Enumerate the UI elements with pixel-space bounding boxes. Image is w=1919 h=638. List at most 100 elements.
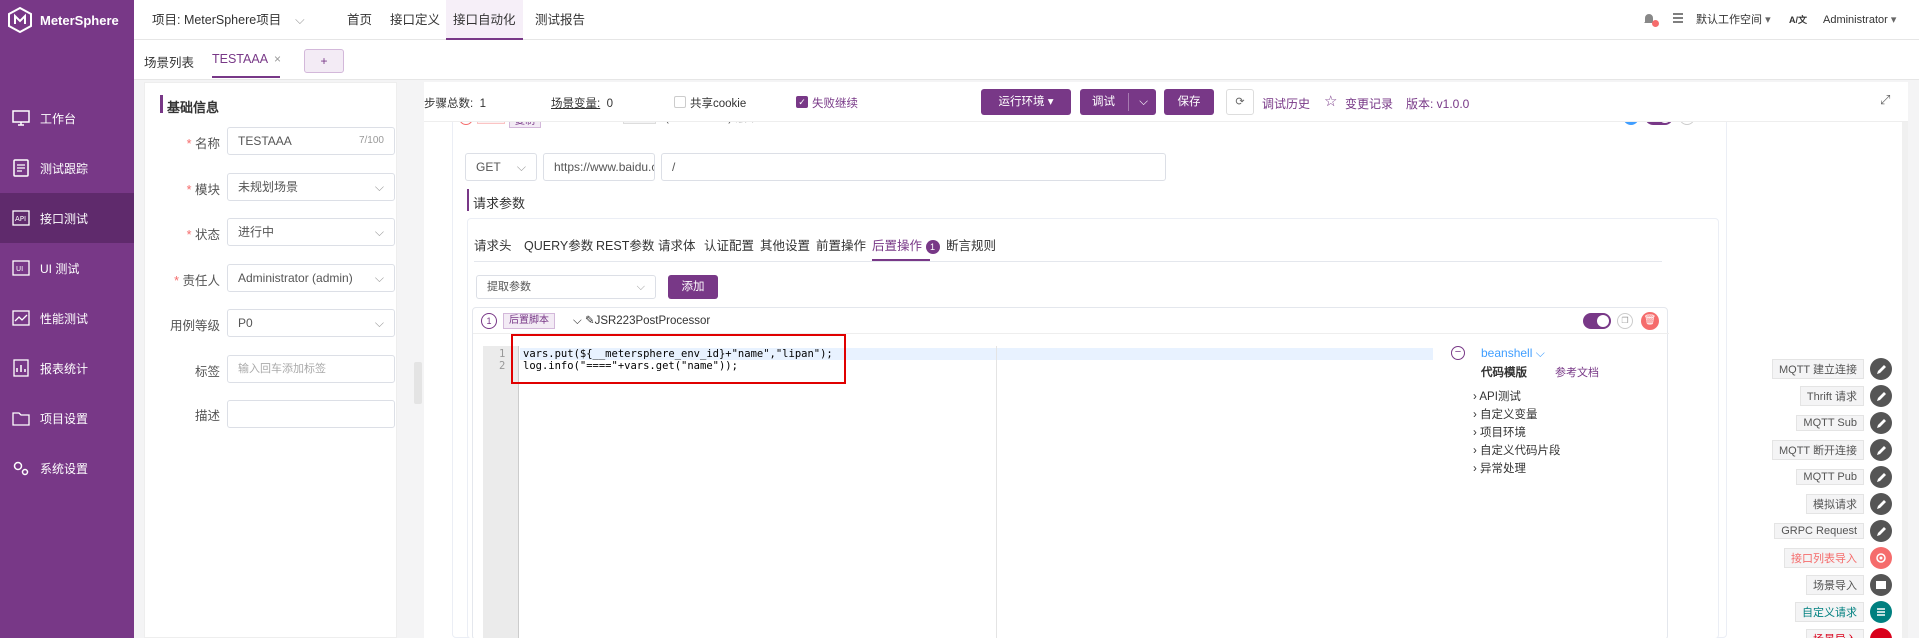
user-menu[interactable]: Administrator ▾ — [1823, 0, 1896, 40]
project-selector[interactable]: 项目: MeterSphere项目 ⌵ — [152, 0, 305, 40]
sidebar-item-api-test[interactable]: API 接口测试 — [0, 193, 134, 243]
level-label: 用例等级 — [169, 319, 220, 333]
tab-post[interactable]: 后置操作 1 — [872, 235, 940, 254]
host-input[interactable]: https://www.baidu.cc — [543, 153, 655, 181]
snippet-project-env[interactable]: › 项目环境 — [1473, 424, 1526, 440]
tool-api-list-import[interactable]: 接口列表导入 — [1784, 547, 1892, 569]
snippet-api-test[interactable]: › API测试 — [1473, 388, 1521, 404]
workspace-selector[interactable]: 默认工作空间 ▾ — [1696, 0, 1771, 40]
sidebar-item-workbench[interactable]: 工作台 — [0, 93, 134, 143]
scrollbar[interactable] — [1902, 82, 1908, 638]
collapse-handle[interactable] — [414, 362, 422, 404]
edit-icon[interactable] — [1870, 466, 1892, 488]
debug-history-link[interactable]: 调试历史 — [1262, 95, 1310, 112]
target-icon[interactable] — [1870, 547, 1892, 569]
tool-scenario-import[interactable]: 场景导入 — [1806, 574, 1892, 596]
sidebar-item-report[interactable]: 报表统计 — [0, 343, 134, 393]
owner-select[interactable]: Administrator (admin) ⌵ — [227, 264, 395, 292]
edit-icon[interactable] — [1870, 493, 1892, 515]
path-input[interactable]: / — [661, 153, 1166, 181]
status-select[interactable]: 进行中 ⌵ — [227, 218, 395, 246]
code-editor[interactable]: 1 2 vars.put(${__metersphere_env_id}+"na… — [483, 334, 1433, 638]
tab-pre[interactable]: 前置操作 — [816, 235, 866, 254]
language-icon[interactable]: A/文 — [1789, 0, 1807, 40]
module-select[interactable]: 未规划场景 ⌵ — [227, 173, 395, 201]
snippet-custom-code[interactable]: › 自定义代码片段 — [1473, 442, 1561, 458]
level-select[interactable]: P0 ⌵ — [227, 309, 395, 337]
edit-icon[interactable] — [1870, 520, 1892, 542]
tab-scenario-list[interactable]: 场景列表 — [144, 52, 194, 71]
language-select[interactable]: beanshell ⌵ — [1481, 346, 1545, 361]
fail-continue-checkbox[interactable]: ✓ — [796, 96, 808, 108]
tool-scenario-import-2[interactable]: 场景导入 — [1806, 628, 1892, 638]
method-select[interactable]: GET ⌵ — [465, 153, 537, 181]
tool-label: 场景导入 — [1806, 575, 1864, 595]
line-number: 1 — [499, 348, 506, 360]
expand-icon[interactable]: ⤢ — [1880, 92, 1890, 108]
tab-other[interactable]: 其他设置 — [760, 235, 810, 254]
sliders-icon[interactable] — [1870, 601, 1892, 623]
tab-body[interactable]: 请求体 — [658, 235, 696, 254]
nav-home[interactable]: 首页 — [342, 0, 377, 40]
active-tab-underline — [872, 259, 930, 261]
sidebar-item-performance[interactable]: 性能测试 — [0, 293, 134, 343]
description-textarea[interactable] — [227, 400, 395, 428]
tool-mock-request[interactable]: 模拟请求 — [1806, 493, 1892, 515]
run-env-button[interactable]: 运行环境 ▾ — [981, 89, 1071, 115]
copy-icon[interactable]: ❐ — [1617, 313, 1633, 329]
record-icon[interactable] — [1870, 628, 1892, 638]
tab-scenario-current[interactable]: TESTAAA — [212, 52, 268, 66]
doc-link[interactable]: 参考文档 — [1555, 364, 1599, 380]
tool-mqtt-pub[interactable]: MQTT Pub — [1796, 466, 1892, 488]
svg-text:API: API — [15, 215, 26, 223]
tabs-divider — [474, 261, 1662, 262]
sidebar-item-system-settings[interactable]: 系统设置 — [0, 443, 134, 493]
nav-api-definition[interactable]: 接口定义 — [385, 0, 445, 40]
tab-assert[interactable]: 断言规则 — [946, 235, 996, 254]
star-icon[interactable]: ☆ — [1324, 92, 1337, 110]
tab-auth[interactable]: 认证配置 — [704, 235, 754, 254]
refresh-icon[interactable]: ⟳ — [1226, 89, 1254, 115]
edit-icon[interactable] — [1870, 385, 1892, 407]
edit-icon[interactable] — [1870, 358, 1892, 380]
tool-mqtt-disconnect[interactable]: MQTT 断开连接 — [1771, 439, 1892, 461]
scenario-toolbar: 步骤总数: 1 场景变量: 0 共享cookie ✓ 失败继续 运行环境 ▾ 调… — [424, 82, 1908, 122]
section-marker — [160, 95, 163, 113]
nav-api-automation[interactable]: 接口自动化 — [446, 0, 523, 40]
extract-select[interactable]: 提取参数 ⌵ — [476, 275, 656, 299]
sidebar-item-project-settings[interactable]: 项目设置 — [0, 393, 134, 443]
app-logo[interactable]: MeterSphere — [0, 0, 134, 40]
processor-enable-toggle[interactable] — [1583, 313, 1611, 329]
debug-button[interactable]: 调试 ⌵ — [1080, 89, 1156, 115]
close-icon[interactable]: × — [274, 52, 281, 66]
add-button[interactable]: 添加 — [668, 275, 718, 299]
name-field[interactable]: TESTAAA 7/100 — [227, 127, 395, 155]
monitor-icon — [12, 110, 30, 126]
sidebar-item-track[interactable]: 测试跟踪 — [0, 143, 134, 193]
tool-custom-request[interactable]: 自定义请求 — [1795, 601, 1892, 623]
tab-query[interactable]: QUERY参数 — [524, 235, 593, 254]
folder-icon[interactable] — [1870, 574, 1892, 596]
edit-icon[interactable] — [1870, 412, 1892, 434]
save-button[interactable]: 保存 — [1164, 89, 1214, 115]
nav-test-report[interactable]: 测试报告 — [530, 0, 590, 40]
tool-mqtt-sub[interactable]: MQTT Sub — [1796, 412, 1892, 434]
snippet-custom-var[interactable]: › 自定义变量 — [1473, 406, 1538, 422]
version-label[interactable]: 版本: v1.0.0 — [1406, 95, 1469, 112]
delete-icon[interactable]: 🗑 — [1641, 312, 1659, 330]
tab-headers[interactable]: 请求头 — [474, 235, 512, 254]
tag-input[interactable]: 输入回车添加标签 — [227, 355, 395, 383]
tab-rest[interactable]: REST参数 — [596, 235, 654, 254]
tool-mqtt-connect[interactable]: MQTT 建立连接 — [1771, 358, 1892, 380]
sidebar-item-ui-test[interactable]: UI UI 测试 — [0, 243, 134, 293]
share-cookie-checkbox[interactable] — [674, 96, 686, 108]
minus-circle-icon[interactable]: − — [1451, 346, 1465, 360]
tool-grpc[interactable]: GRPC Request — [1774, 520, 1892, 542]
add-tab-button[interactable]: + — [304, 49, 344, 73]
change-log-link[interactable]: 变更记录 — [1345, 95, 1393, 112]
edit-icon[interactable] — [1870, 439, 1892, 461]
processor-name[interactable]: ⌵ ✎JSR223PostProcessor — [573, 313, 710, 328]
tool-thrift[interactable]: Thrift 请求 — [1799, 385, 1892, 407]
snippet-exception[interactable]: › 异常处理 — [1473, 460, 1526, 476]
scenario-vars[interactable]: 场景变量: 0 — [551, 95, 613, 111]
